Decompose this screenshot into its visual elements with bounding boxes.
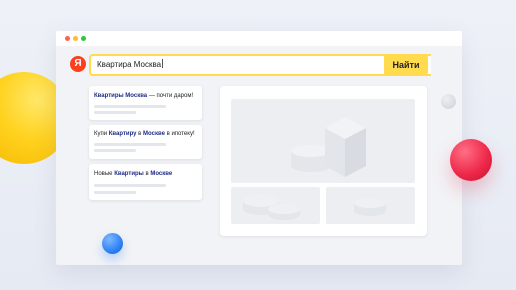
stacked-cylinders-illustration [243, 195, 300, 220]
result-highlight: Квартиру [108, 131, 137, 137]
search-box[interactable]: Квартира Москва × [89, 54, 431, 76]
placeholder-text-line [94, 111, 136, 114]
search-result-card[interactable]: Купи Квартиру в Москве в ипотеку! [89, 125, 202, 159]
placeholder-text-line [94, 191, 136, 194]
result-highlight: Квартиры Москва [94, 93, 148, 99]
browser-window: Я Квартира Москва × Найти Квартиры Москв… [56, 31, 462, 265]
result-title[interactable]: Купи Квартиру в Москве в ипотеку! [94, 131, 195, 137]
placeholder-text-line [94, 105, 166, 108]
result-text: — почти даром! [147, 93, 194, 99]
minimize-window-button[interactable] [73, 36, 78, 41]
result-title[interactable]: Квартиры Москва — почти даром! [94, 93, 193, 99]
grey-sphere-decoration [441, 94, 456, 109]
result-text: Новые [94, 171, 115, 177]
maximize-window-button[interactable] [81, 36, 86, 41]
yandex-logo[interactable]: Я [70, 56, 86, 72]
cylinder-illustration [354, 198, 386, 216]
result-highlight: Квартиры [114, 171, 144, 177]
preview-image-large [231, 99, 415, 183]
search-button[interactable]: Найти [384, 54, 428, 76]
preview-image-small-left [231, 187, 320, 224]
result-text: в ипотеку! [164, 131, 195, 137]
placeholder-text-line [94, 149, 136, 152]
cylinder-cube-illustration [291, 117, 366, 177]
text-cursor [162, 59, 164, 68]
search-result-card[interactable]: Новые Квартиры в Москве [89, 164, 202, 200]
result-highlight: Москве [143, 131, 165, 137]
result-text: Купи [94, 131, 109, 137]
result-highlight: Москве [150, 171, 173, 177]
red-sphere-decoration [450, 139, 492, 181]
preview-panel [220, 86, 427, 236]
search-query-text: Квартира Москва [97, 60, 162, 69]
placeholder-text-line [94, 143, 166, 146]
close-window-button[interactable] [65, 36, 70, 41]
search-result-card[interactable]: Квартиры Москва — почти даром! [89, 86, 202, 120]
placeholder-text-line [94, 184, 166, 187]
search-input[interactable]: Квартира Москва [97, 56, 397, 74]
blue-sphere-decoration [102, 233, 123, 254]
window-titlebar [56, 31, 462, 46]
preview-image-small-right [326, 187, 415, 224]
result-title[interactable]: Новые Квартиры в Москве [94, 171, 172, 177]
